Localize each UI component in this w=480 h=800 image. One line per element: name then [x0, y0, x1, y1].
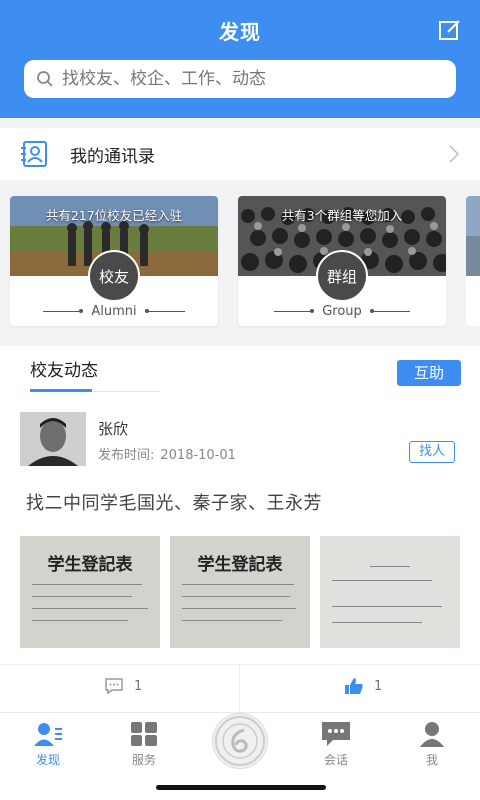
form-line: [332, 606, 442, 607]
form-line: [332, 622, 422, 623]
chevron-right-icon: [449, 145, 460, 163]
contacts-row[interactable]: 我的通讯录: [0, 128, 480, 180]
divider: [144, 309, 185, 313]
tab-service[interactable]: 服务: [114, 721, 174, 768]
tab-chat[interactable]: 会话: [306, 721, 366, 768]
form-line: [32, 584, 142, 585]
next-card-photo: [466, 196, 480, 276]
publish-time-label: 发布时间:: [98, 448, 155, 463]
search-bar[interactable]: [24, 60, 456, 98]
group-subtitle-text: Group: [322, 304, 362, 319]
comment-button[interactable]: 1: [104, 677, 142, 695]
post-image-title: 学生登記表: [197, 555, 283, 575]
tab-discover[interactable]: 发现: [18, 721, 78, 768]
tab-discover-label: 发现: [35, 753, 60, 767]
post-actions: 1 1: [0, 664, 480, 713]
alumni-subtitle: Alumni: [10, 304, 218, 319]
next-card-peek[interactable]: [466, 196, 480, 326]
home-indicator: [156, 785, 326, 790]
form-line: [32, 596, 132, 597]
form-line: [182, 596, 290, 597]
tab-profile-label: 我: [425, 753, 438, 767]
like-button[interactable]: 1: [344, 677, 382, 695]
profile-icon: [420, 722, 444, 747]
tab-chat-label: 会话: [323, 753, 348, 767]
avatar[interactable]: [20, 412, 86, 466]
center-logo-button[interactable]: [212, 713, 268, 769]
divider: [274, 309, 315, 313]
chat-icon: [322, 722, 350, 746]
school-logo-icon: [215, 716, 265, 766]
form-line: [370, 566, 410, 567]
post-image[interactable]: 学生登記表: [20, 536, 160, 648]
form-line: [182, 584, 294, 585]
group-badge: 群组: [316, 250, 368, 302]
form-line: [182, 620, 282, 621]
post-image-title: 学生登記表: [47, 555, 133, 575]
group-subtitle: Group: [238, 304, 446, 319]
alumni-feed: 校友动态 互助 张欣 发布时间: 2018-10-01 找人 找二中同学毛国光、秦…: [0, 346, 480, 714]
thumbs-up-icon: [345, 678, 363, 694]
alumni-subtitle-text: Alumni: [91, 304, 137, 319]
comment-count: 1: [134, 678, 143, 694]
post-image[interactable]: 学生登記表: [170, 536, 310, 648]
alumni-card[interactable]: 共有217位校友已经入驻 校友 Alumni: [10, 196, 218, 326]
tab-service-label: 服务: [131, 753, 156, 767]
post-image[interactable]: [320, 536, 460, 648]
group-caption: 共有3个群组等您加入: [281, 208, 403, 223]
like-count: 1: [374, 678, 383, 694]
form-line: [32, 620, 128, 621]
author-name[interactable]: 张欣: [98, 418, 128, 439]
comment-icon: [105, 678, 123, 695]
publish-time-value: 2018-10-01: [160, 448, 236, 463]
category-cards: 共有217位校友已经入驻 校友 Alumni 共有3个群组等您加入 群组 Gro…: [0, 188, 480, 338]
alumni-badge: 校友: [88, 250, 140, 302]
avatar-image: [20, 412, 86, 466]
tab-underline: [30, 389, 92, 392]
post-text: 找二中同学毛国光、秦子家、王永芳: [26, 493, 322, 514]
search-icon: [37, 71, 53, 87]
discover-icon: [34, 723, 62, 746]
divider: [369, 309, 410, 313]
form-line: [32, 608, 148, 609]
category-tag[interactable]: 找人: [409, 441, 455, 463]
tab-profile[interactable]: 我: [402, 721, 462, 768]
form-line: [182, 608, 296, 609]
divider: [43, 309, 84, 313]
header: 发现: [0, 0, 480, 118]
divider: [239, 665, 240, 713]
publish-time: 发布时间: 2018-10-01: [98, 444, 236, 463]
form-line: [332, 580, 432, 581]
alumni-caption: 共有217位校友已经入驻: [45, 208, 183, 223]
contacts-label: 我的通讯录: [70, 146, 155, 167]
address-book-icon: [21, 141, 47, 167]
group-card[interactable]: 共有3个群组等您加入 群组 Group: [238, 196, 446, 326]
help-button[interactable]: 互助: [397, 360, 461, 386]
search-input[interactable]: [62, 69, 442, 89]
tab-alumni-news[interactable]: 校友动态: [30, 356, 98, 381]
edit-icon[interactable]: [438, 18, 462, 42]
page-title: 发现: [219, 20, 261, 44]
service-icon: [131, 722, 157, 746]
